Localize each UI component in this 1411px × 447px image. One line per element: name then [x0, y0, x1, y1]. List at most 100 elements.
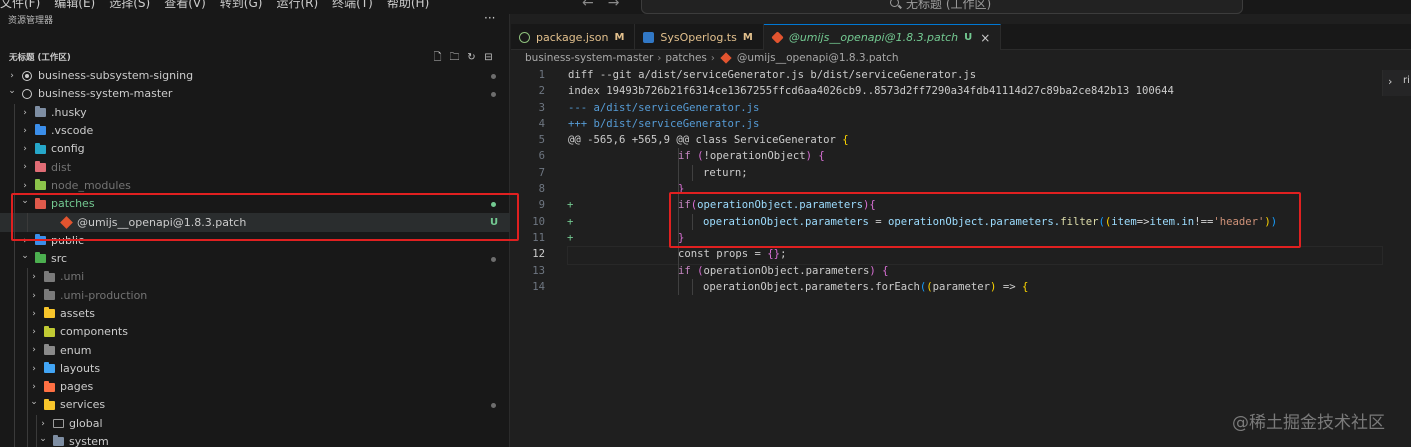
code-token: } — [678, 231, 685, 244]
code-line[interactable]: 9 + if(operationObject.parameters){ — [511, 197, 1381, 214]
new-file-icon[interactable]: 🗋 — [432, 52, 443, 63]
chevron-down-icon[interactable]: ⌄ — [20, 247, 30, 265]
tree-item[interactable]: › enum — [0, 341, 510, 360]
code-line[interactable]: 6 if (!operationObject) { — [511, 148, 1381, 165]
tree-item[interactable]: › assets — [0, 304, 510, 324]
indent-guide — [14, 378, 15, 397]
chevron-right-icon[interactable]: › — [29, 287, 39, 305]
folder-icon — [35, 252, 46, 264]
indent-guide — [14, 286, 15, 305]
code-line[interactable]: 11 +} — [511, 229, 1381, 247]
tree-item[interactable]: › config — [0, 140, 510, 159]
code-token: 'header' — [1213, 215, 1265, 228]
chevron-down-icon[interactable]: ⌄ — [20, 192, 30, 210]
tree-item[interactable]: › .husky — [0, 103, 510, 122]
chevron-right-icon[interactable]: › — [29, 360, 39, 378]
forward-arrow-icon[interactable]: → — [608, 0, 620, 11]
line-number: 13 — [532, 264, 545, 277]
chevron-down-icon[interactable]: ⌄ — [29, 393, 39, 411]
tree-item[interactable]: › public — [0, 231, 510, 250]
chevron-right-icon[interactable]: › — [20, 122, 30, 140]
chevron-right-icon[interactable]: › — [20, 140, 30, 158]
folder-icon — [44, 307, 55, 319]
code-line[interactable]: 4 +++ b/dist/serviceGenerator.js — [511, 116, 1381, 132]
indent-guide — [14, 359, 15, 379]
code-line[interactable]: 12 const props = {}; — [511, 246, 1383, 265]
breadcrumb-item[interactable]: patches — [665, 52, 707, 64]
tree-item[interactable]: ⌄ services — [0, 393, 510, 415]
code-line[interactable]: 13 if (operationObject.parameters) { — [511, 262, 1381, 279]
menu-item[interactable]: 文件(F) — [0, 0, 40, 11]
menu-item[interactable]: 帮助(H) — [387, 0, 429, 11]
chevron-right-icon[interactable]: › — [29, 323, 39, 341]
tree-item[interactable]: › layouts — [0, 359, 510, 379]
code-line[interactable]: 5 @@ -565,6 +565,9 @@ class ServiceGenera… — [511, 132, 1381, 148]
code-line[interactable]: 2 index 19493b726b21f6314ce1367255ffcd6aa… — [511, 83, 1381, 99]
tree-item[interactable]: ⌄ patches — [0, 192, 510, 214]
watermark: @稀土掘金技术社区 — [1232, 413, 1385, 433]
tree-item-label: services — [60, 398, 106, 412]
editor-tab[interactable]: SysOperlog.ts M — [635, 24, 764, 50]
chevron-right-icon[interactable]: › — [29, 305, 39, 323]
more-actions-icon[interactable]: ··· — [484, 11, 495, 25]
chevron-right-icon[interactable]: › — [29, 268, 39, 286]
tree-item[interactable]: › components — [0, 323, 510, 342]
tree-item[interactable]: ⌄ business-system-master — [0, 85, 510, 103]
workspace-header[interactable]: 无标题 (工作区) 🗋 🗀 ↻ ⊟ — [0, 50, 510, 67]
menu-item[interactable]: 转到(G) — [220, 0, 263, 11]
chevron-right-icon[interactable]: › — [20, 158, 30, 176]
right-side-panel[interactable]: › ri — [1382, 70, 1411, 96]
breadcrumb-item[interactable]: @umijs__openapi@1.8.3.patch — [737, 52, 899, 64]
code-token: const props = — [678, 248, 768, 261]
indent-guide — [27, 323, 28, 342]
tree-item[interactable]: › .umi-production — [0, 286, 510, 305]
collapse-all-icon[interactable]: ⊟ — [483, 52, 494, 63]
line-number: 1 — [538, 69, 545, 81]
refresh-icon[interactable]: ↻ — [466, 52, 477, 63]
code-line[interactable]: 14 operationObject.parameters.forEach((pa… — [511, 278, 1381, 296]
breadcrumb-item[interactable]: business-system-master — [525, 52, 653, 64]
tab-git-status: M — [742, 31, 753, 43]
indent-guide — [27, 268, 28, 287]
tree-item[interactable]: › business-subsystem-signing — [0, 67, 510, 85]
tree-item-label: .umi-production — [60, 288, 148, 302]
tree-item[interactable]: › pages — [0, 378, 510, 397]
menu-item[interactable]: 终端(T) — [332, 0, 373, 11]
back-arrow-icon[interactable]: ← — [582, 0, 594, 11]
line-number: 5 — [538, 134, 545, 147]
command-center[interactable]: 无标题 (工作区) — [641, 0, 1243, 14]
close-icon[interactable]: × — [980, 31, 990, 45]
tree-item[interactable]: › global — [0, 414, 510, 433]
code-line[interactable]: 10 + operationObject.parameters = operatio… — [511, 213, 1381, 230]
code-line[interactable]: 3 --- a/dist/serviceGenerator.js — [511, 100, 1381, 116]
code-token: if — [678, 264, 691, 277]
tree-item[interactable]: › node_modules — [0, 176, 510, 196]
menu-item[interactable]: 编辑(E) — [54, 0, 95, 11]
code-line[interactable]: 1 diff --git a/dist/serviceGenerator.js b… — [511, 67, 1381, 83]
code-line[interactable]: 8} — [511, 181, 1381, 198]
code-token: operationObject.parameters — [703, 215, 869, 228]
folder-icon — [44, 380, 55, 392]
ts-icon — [643, 31, 655, 43]
code-token: +++ b/dist/serviceGenerator.js — [568, 117, 760, 130]
tree-item[interactable]: @umijs__openapi@1.8.3.patch U — [0, 213, 510, 232]
explorer-header: 资源管理器 ··· — [0, 11, 510, 28]
chevron-right-icon[interactable]: › — [20, 104, 30, 122]
tree-item[interactable]: ⌄ system — [0, 430, 510, 447]
code-line[interactable]: 7 return; — [511, 164, 1381, 182]
menu-item[interactable]: 运行(R) — [276, 0, 318, 11]
line-number: 2 — [538, 85, 545, 98]
tab-active-patch[interactable]: @umijs__openapi@1.8.3.patch U × — [763, 24, 1002, 50]
chevron-right-icon[interactable]: › — [29, 341, 39, 359]
tree-item[interactable]: ⌄ src — [0, 247, 510, 269]
tree-item[interactable]: › .umi — [0, 268, 510, 287]
tree-item[interactable]: › dist — [0, 158, 510, 177]
chevron-down-icon[interactable]: ⌄ — [7, 82, 17, 100]
editor-tab[interactable]: package.json M — [511, 24, 636, 50]
menu-item[interactable]: 选择(S) — [109, 0, 150, 11]
tree-item[interactable]: › .vscode — [0, 121, 510, 141]
code-view[interactable]: 1 diff --git a/dist/serviceGenerator.js b… — [511, 67, 1383, 296]
new-folder-icon[interactable]: 🗀 — [449, 52, 460, 63]
chevron-down-icon[interactable]: ⌄ — [38, 430, 48, 447]
menu-item[interactable]: 查看(V) — [164, 0, 206, 11]
